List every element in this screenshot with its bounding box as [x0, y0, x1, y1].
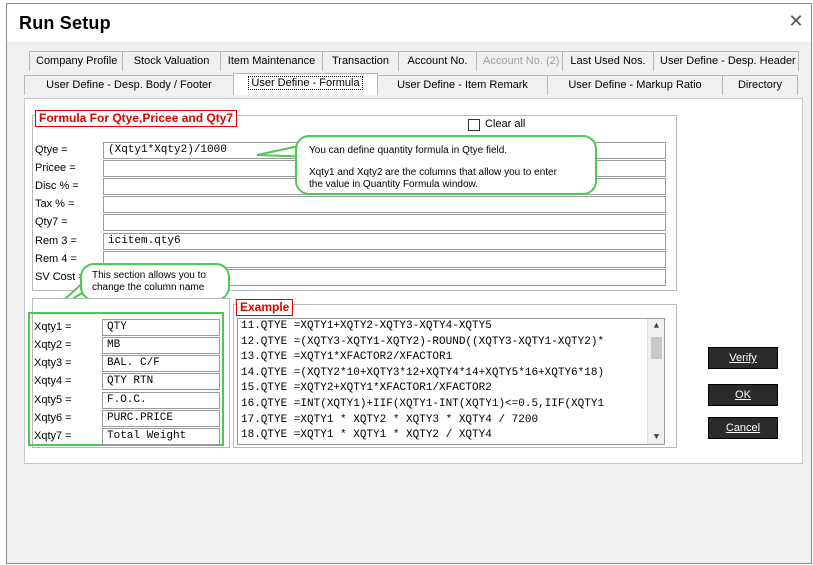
qtye-callout-line-1: You can define quantity formula in Qtye …	[309, 145, 508, 156]
qtye-callout-line-2: Xqty1 and Xqty2 are the columns that all…	[309, 167, 557, 178]
example-line[interactable]: 15.QTYE =XQTY2+XQTY1*XFACTOR1/XFACTOR2	[238, 381, 664, 397]
tab-directory[interactable]: Directory	[722, 75, 798, 95]
tax-label: Tax % =	[35, 198, 75, 210]
tab-user-define-formula[interactable]: User Define - Formula	[233, 73, 378, 95]
xqty3-label: Xqty3 =	[34, 357, 72, 369]
cancel-button-label: Cancel	[725, 422, 761, 434]
example-legend: Example	[236, 299, 294, 316]
xqty1-label: Xqty1 =	[34, 321, 72, 333]
tab-account-no-2: Account No. (2)	[476, 51, 563, 71]
rem4-label: Rem 4 =	[35, 253, 77, 265]
qtye-label: Qtye =	[35, 144, 68, 156]
section-callout: This section allows you to change the co…	[80, 263, 230, 301]
window-title: Run Setup	[19, 13, 111, 33]
run-setup-window: Run Setup ✕ Company Profile Stock Valuat…	[6, 3, 812, 564]
cancel-button[interactable]: Cancel	[708, 417, 778, 439]
tab-stock-valuation[interactable]: Stock Valuation	[122, 51, 221, 71]
tab-row-2: User Define - Desp. Body / Footer User D…	[24, 73, 798, 95]
qtye-callout-line-3: the value in Quantity Formula window.	[309, 179, 478, 190]
disc-label: Disc % =	[35, 180, 79, 192]
example-line[interactable]: 11.QTYE =XQTY1+XQTY2-XQTY3-XQTY4-XQTY5	[238, 319, 664, 335]
title-bar: Run Setup ✕	[7, 4, 811, 42]
tab-user-define-desp-body-footer[interactable]: User Define - Desp. Body / Footer	[24, 75, 234, 95]
tab-user-define-formula-label: User Define - Formula	[248, 76, 363, 90]
tax-field[interactable]	[103, 196, 666, 213]
rem3-field[interactable]: icitem.qty6	[103, 233, 666, 250]
formula-group-legend: Formula For Qtye,Pricee and Qty7	[35, 110, 238, 127]
xqty6-label: Xqty6 =	[34, 412, 72, 424]
qtye-callout: You can define quantity formula in Qtye …	[295, 135, 597, 195]
close-icon[interactable]: ✕	[787, 12, 805, 30]
xqty6-field[interactable]: PURC.PRICE	[102, 410, 220, 427]
xqty3-field[interactable]: BAL. C/F	[102, 355, 220, 372]
example-line[interactable]: 12.QTYE =(XQTY3-XQTY1-XQTY2)-ROUND((XQTY…	[238, 335, 664, 351]
qty7-field[interactable]	[103, 214, 666, 231]
clear-all-label: Clear all	[485, 118, 526, 130]
tab-row-1: Company Profile Stock Valuation Item Mai…	[29, 51, 799, 71]
formula-tab-panel: Formula For Qtye,Pricee and Qty7 Clear a…	[24, 98, 803, 464]
xqty5-field[interactable]: F.O.C.	[102, 392, 220, 409]
tab-transaction[interactable]: Transaction	[322, 51, 399, 71]
example-scrollbar[interactable]: ▲ ▼	[647, 319, 664, 444]
xqty1-field[interactable]: QTY	[102, 319, 220, 336]
tab-account-no[interactable]: Account No.	[398, 51, 477, 71]
xqty2-field[interactable]: MB	[102, 337, 220, 354]
tab-last-used-nos[interactable]: Last Used Nos.	[562, 51, 654, 71]
example-line[interactable]: 16.QTYE =INT(XQTY1)+IIF(XQTY1-INT(XQTY1)…	[238, 397, 664, 413]
example-listbox[interactable]: 11.QTYE =XQTY1+XQTY2-XQTY3-XQTY4-XQTY5 1…	[237, 318, 665, 445]
ok-button[interactable]: OK	[708, 384, 778, 406]
xqty5-label: Xqty5 =	[34, 394, 72, 406]
tab-company-profile[interactable]: Company Profile	[29, 51, 123, 71]
rem3-label: Rem 3 =	[35, 235, 77, 247]
xqty4-label: Xqty4 =	[34, 375, 72, 387]
scroll-down-icon[interactable]: ▼	[648, 432, 664, 442]
example-line[interactable]: 13.QTYE =XQTY1*XFACTOR2/XFACTOR1	[238, 350, 664, 366]
clear-all-checkbox[interactable]	[468, 119, 480, 131]
tab-item-maintenance[interactable]: Item Maintenance	[220, 51, 323, 71]
qty7-label: Qty7 =	[35, 216, 68, 228]
verify-button-label: Verify	[729, 352, 757, 364]
section-callout-line-1: This section allows you to	[92, 270, 206, 281]
tab-user-define-item-remark[interactable]: User Define - Item Remark	[377, 75, 548, 95]
scroll-thumb[interactable]	[651, 337, 662, 359]
ok-button-label: OK	[735, 389, 751, 401]
section-callout-line-2: change the column name	[92, 282, 205, 293]
example-line[interactable]: 18.QTYE =XQTY1 * XQTY1 * XQTY2 / XQTY4	[238, 428, 664, 444]
xqty4-field[interactable]: QTY RTN	[102, 373, 220, 390]
xqty7-field[interactable]: Total Weight	[102, 428, 220, 445]
tab-user-define-desp-header[interactable]: User Define - Desp. Header	[653, 51, 799, 71]
tab-user-define-markup-ratio[interactable]: User Define - Markup Ratio	[547, 75, 723, 95]
pricee-label: Pricee =	[35, 162, 76, 174]
xqty7-label: Xqty7 =	[34, 430, 72, 442]
example-line[interactable]: 17.QTYE =XQTY1 * XQTY2 * XQTY3 * XQTY4 /…	[238, 413, 664, 429]
example-line[interactable]: 14.QTYE =(XQTY2*10+XQTY3*12+XQTY4*14+XQT…	[238, 366, 664, 382]
verify-button[interactable]: Verify	[708, 347, 778, 369]
scroll-up-icon[interactable]: ▲	[648, 321, 664, 331]
xqty2-label: Xqty2 =	[34, 339, 72, 351]
